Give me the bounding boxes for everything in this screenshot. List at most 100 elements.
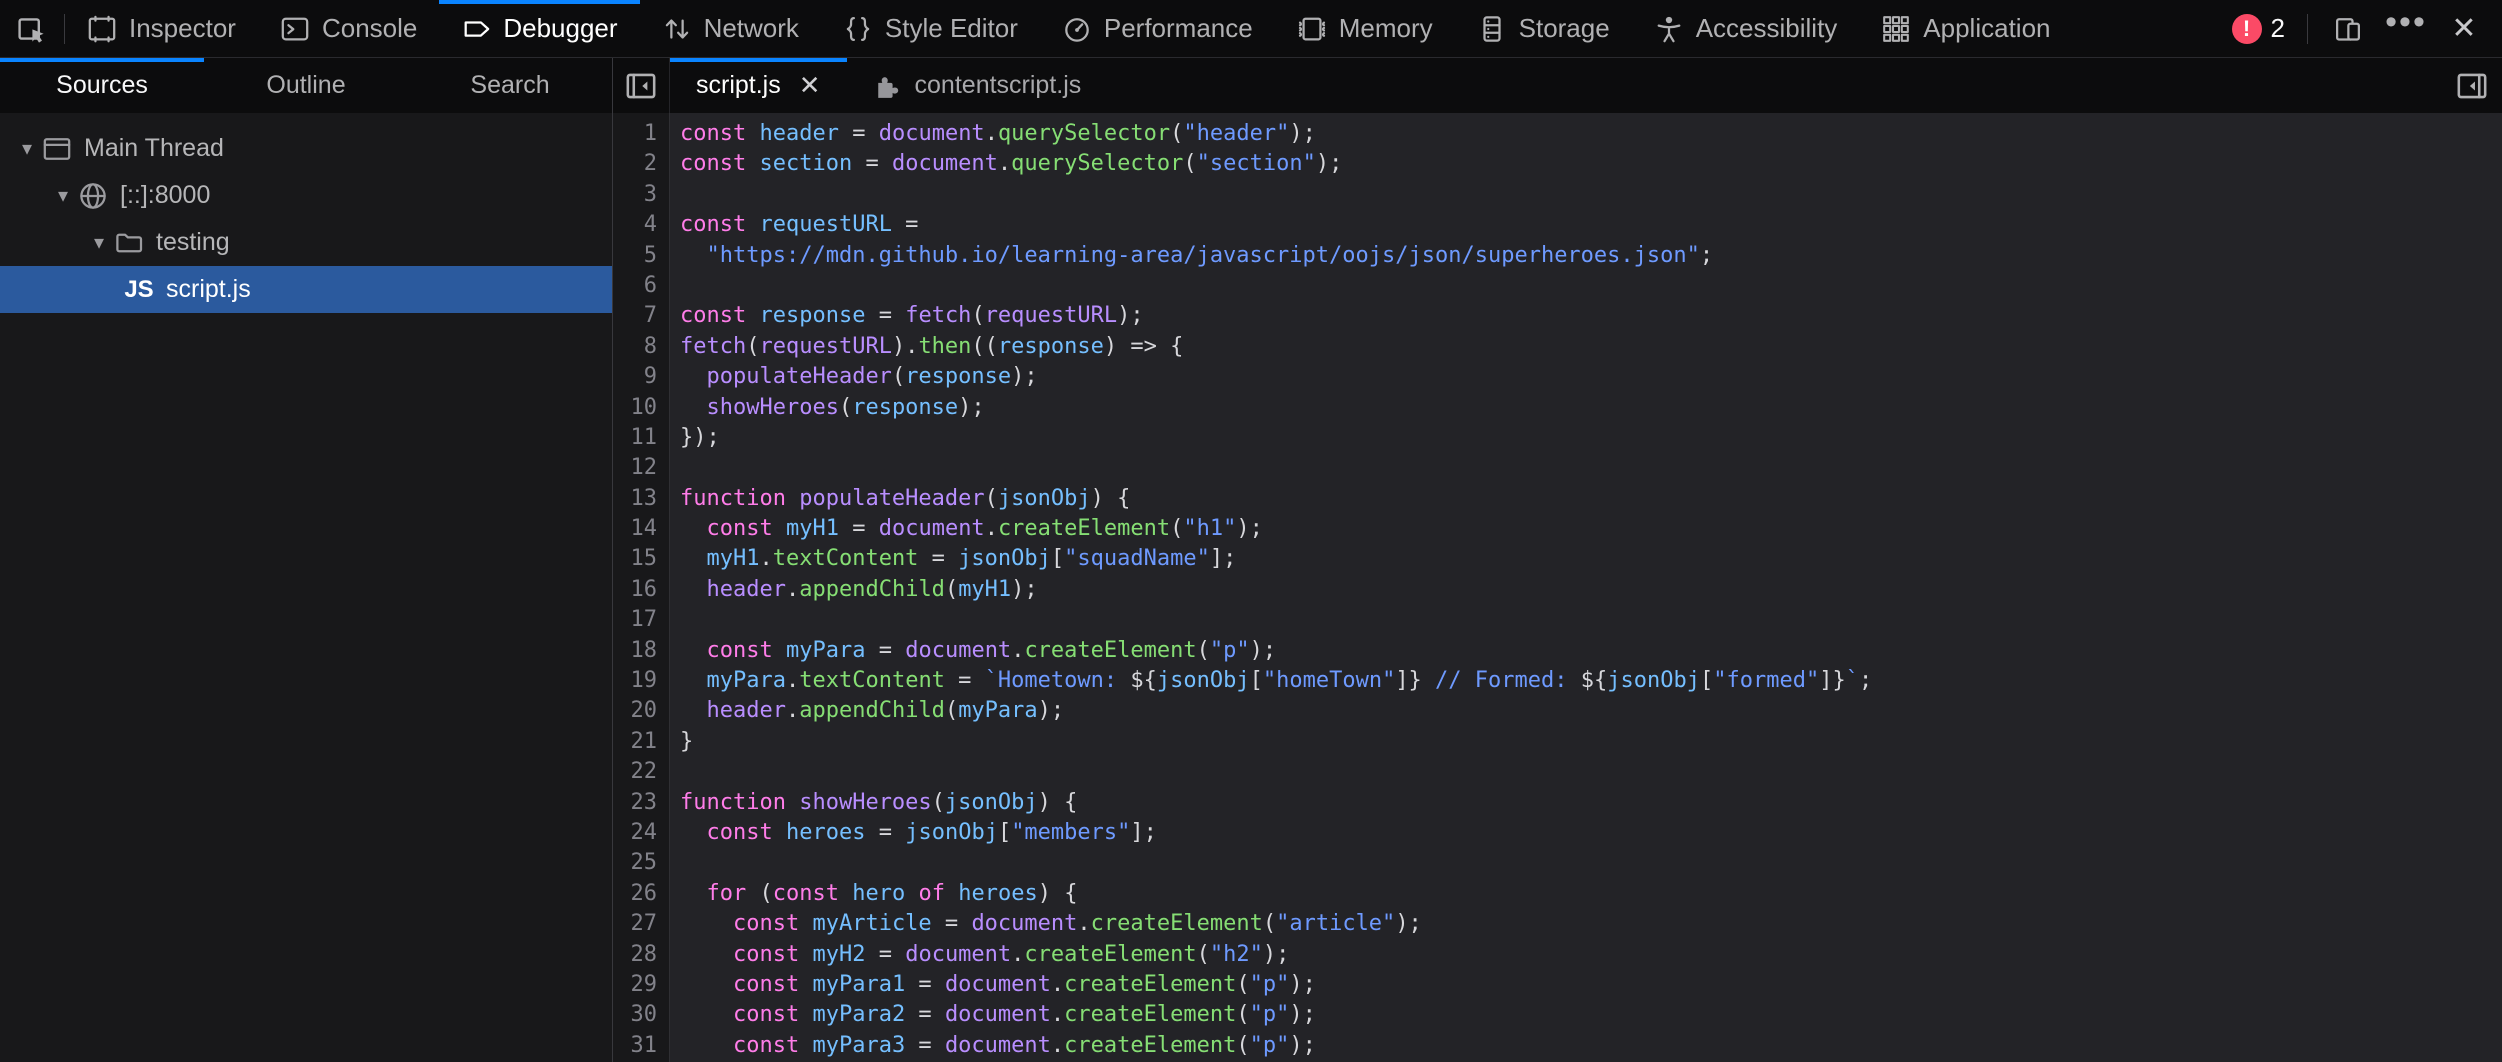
line-number[interactable]: 18 — [613, 636, 669, 666]
meatball-menu-icon[interactable]: ••• — [2388, 4, 2424, 54]
code-line[interactable] — [680, 605, 2502, 635]
tool-tab-storage[interactable]: Storage — [1455, 0, 1632, 57]
line-number[interactable]: 22 — [613, 757, 669, 787]
code-line[interactable]: const myArticle = document.createElement… — [680, 909, 2502, 939]
tree-item-8000[interactable]: ▾[::]:8000 — [0, 172, 612, 219]
code-line[interactable]: const section = document.querySelector("… — [680, 149, 2502, 179]
tool-tab-memory[interactable]: Memory — [1275, 0, 1455, 57]
close-icon[interactable]: ✕ — [2446, 11, 2482, 47]
code-token: ) { — [1038, 881, 1078, 906]
line-number[interactable]: 3 — [613, 180, 669, 210]
tool-tab-network[interactable]: Network — [640, 0, 821, 57]
code-line[interactable]: function populateHeader(jsonObj) { — [680, 484, 2502, 514]
tool-tab-performance[interactable]: Performance — [1040, 0, 1275, 57]
code-token: response — [998, 334, 1104, 359]
line-number[interactable]: 6 — [613, 271, 669, 301]
code-token: = — [865, 820, 905, 845]
line-number[interactable]: 27 — [613, 909, 669, 939]
line-number[interactable]: 24 — [613, 818, 669, 848]
code-line[interactable]: const myPara3 = document.createElement("… — [680, 1031, 2502, 1061]
code-line[interactable]: const requestURL = — [680, 210, 2502, 240]
code-token: } — [680, 729, 693, 754]
tool-tab-console[interactable]: Console — [258, 0, 439, 57]
line-number[interactable]: 2 — [613, 149, 669, 179]
code-line[interactable]: const myPara1 = document.createElement("… — [680, 970, 2502, 1000]
line-number[interactable]: 21 — [613, 727, 669, 757]
line-number[interactable]: 23 — [613, 788, 669, 818]
line-number[interactable]: 14 — [613, 514, 669, 544]
code-line[interactable]: function showHeroes(jsonObj) { — [680, 788, 2502, 818]
code-line[interactable] — [680, 848, 2502, 878]
tool-tab-application[interactable]: Application — [1859, 0, 2072, 57]
error-count: 2 — [2271, 13, 2285, 44]
editor-tab-contentscript-js[interactable]: contentscript.js — [847, 58, 1108, 113]
code-line[interactable]: const myPara2 = document.createElement("… — [680, 1000, 2502, 1030]
tree-item-main-thread[interactable]: ▾Main Thread — [0, 125, 612, 172]
code-line[interactable]: const myH1 = document.createElement("h1"… — [680, 514, 2502, 544]
tab-close-icon[interactable]: ✕ — [799, 70, 821, 101]
line-number[interactable]: 11 — [613, 423, 669, 453]
expander-caret-icon[interactable]: ▾ — [50, 183, 76, 208]
collapse-right-panel-icon[interactable] — [2454, 68, 2490, 104]
panel-tab-outline[interactable]: Outline — [204, 58, 408, 113]
code-line[interactable] — [680, 453, 2502, 483]
code-line[interactable]: myH1.textContent = jsonObj["squadName"]; — [680, 544, 2502, 574]
line-number[interactable]: 25 — [613, 848, 669, 878]
code-line[interactable]: fetch(requestURL).then((response) => { — [680, 332, 2502, 362]
expander-caret-icon[interactable]: ▾ — [14, 136, 40, 161]
line-number[interactable]: 1 — [613, 119, 669, 149]
tool-tab-debugger[interactable]: Debugger — [439, 0, 639, 57]
code-line[interactable]: const response = fetch(requestURL); — [680, 301, 2502, 331]
line-number[interactable]: 9 — [613, 362, 669, 392]
code-line[interactable]: const heroes = jsonObj["members"]; — [680, 818, 2502, 848]
line-number[interactable]: 5 — [613, 241, 669, 271]
line-number[interactable]: 30 — [613, 1000, 669, 1030]
code-editor[interactable]: 1234567891011121314151617181920212223242… — [613, 113, 2502, 1062]
line-number[interactable]: 26 — [613, 879, 669, 909]
editor-tab-script-js[interactable]: script.js✕ — [670, 58, 847, 113]
code-line[interactable]: } — [680, 727, 2502, 757]
code-line[interactable]: myPara.textContent = `Hometown: ${jsonOb… — [680, 666, 2502, 696]
line-number[interactable]: 12 — [613, 453, 669, 483]
tool-tab-inspector[interactable]: Inspector — [65, 0, 258, 57]
expander-caret-icon[interactable]: ▾ — [86, 230, 112, 255]
code-line[interactable]: for (const hero of heroes) { — [680, 879, 2502, 909]
node-picker-icon[interactable] — [0, 0, 64, 57]
line-number[interactable]: 7 — [613, 301, 669, 331]
line-number[interactable]: 19 — [613, 666, 669, 696]
tool-tab-accessibility[interactable]: Accessibility — [1632, 0, 1860, 57]
code-line[interactable]: const myPara = document.createElement("p… — [680, 636, 2502, 666]
line-number[interactable]: 16 — [613, 575, 669, 605]
panel-tab-sources[interactable]: Sources — [0, 58, 204, 113]
line-number[interactable]: 15 — [613, 544, 669, 574]
code-line[interactable] — [680, 180, 2502, 210]
error-badge[interactable]: ! 2 — [2232, 13, 2285, 44]
line-number[interactable]: 28 — [613, 940, 669, 970]
line-number[interactable]: 29 — [613, 970, 669, 1000]
code-line[interactable] — [680, 757, 2502, 787]
tree-item-testing[interactable]: ▾testing — [0, 219, 612, 266]
line-number[interactable]: 8 — [613, 332, 669, 362]
line-number[interactable]: 4 — [613, 210, 669, 240]
tool-tab-style-editor[interactable]: Style Editor — [821, 0, 1040, 57]
code-line[interactable]: populateHeader(response); — [680, 362, 2502, 392]
line-number[interactable]: 20 — [613, 696, 669, 726]
code-line[interactable]: "https://mdn.github.io/learning-area/jav… — [680, 241, 2502, 271]
panel-tab-search[interactable]: Search — [408, 58, 612, 113]
performance-icon — [1062, 14, 1092, 44]
code-line[interactable]: const myH2 = document.createElement("h2"… — [680, 940, 2502, 970]
code-line[interactable]: const header = document.querySelector("h… — [680, 119, 2502, 149]
code-line[interactable]: header.appendChild(myPara); — [680, 696, 2502, 726]
line-number[interactable]: 10 — [613, 393, 669, 423]
line-number[interactable]: 31 — [613, 1031, 669, 1061]
code-token: "section" — [1197, 151, 1316, 176]
tree-item-script-js[interactable]: JSscript.js — [0, 266, 612, 313]
code-line[interactable]: showHeroes(response); — [680, 393, 2502, 423]
line-number[interactable]: 13 — [613, 484, 669, 514]
line-number[interactable]: 17 — [613, 605, 669, 635]
code-line[interactable]: header.appendChild(myH1); — [680, 575, 2502, 605]
collapse-sidebar-icon[interactable] — [613, 58, 670, 113]
code-line[interactable]: }); — [680, 423, 2502, 453]
code-line[interactable] — [680, 271, 2502, 301]
split-console-icon[interactable] — [2330, 11, 2366, 47]
